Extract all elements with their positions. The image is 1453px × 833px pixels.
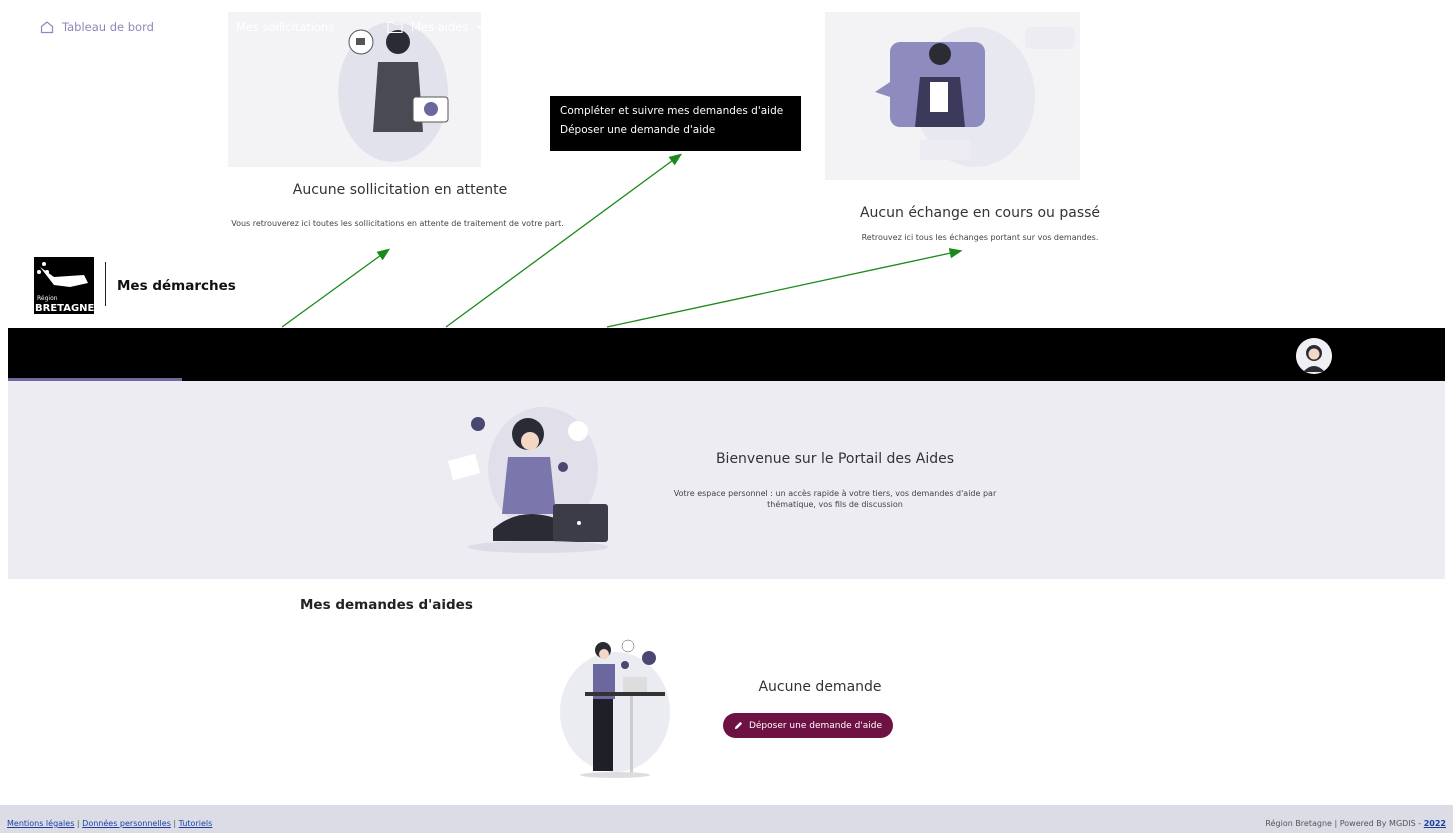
mes-aides-dropdown-menu: Compléter et suivre mes demandes d'aide … bbox=[550, 96, 801, 151]
nav-mes-aides[interactable]: Mes aides bbox=[387, 0, 485, 53]
welcome-banner bbox=[8, 381, 1445, 579]
logo-text-bretagne: BRETAGNE bbox=[35, 303, 94, 314]
echanges-illustration bbox=[825, 12, 1080, 180]
footer-credits-text: Région Bretagne | Powered By MGDIS - bbox=[1265, 819, 1424, 828]
arrow-to-mes-aides bbox=[445, 153, 683, 328]
welcome-title: Bienvenue sur le Portail des Aides bbox=[715, 451, 955, 467]
nav-label: Mes échanges bbox=[565, 19, 648, 34]
page-footer: Mentions légales | Données personnelles … bbox=[0, 805, 1453, 833]
nav-mes-sollicitations[interactable]: Mes sollicitations bbox=[214, 0, 334, 53]
app-title: Mes démarches bbox=[117, 278, 236, 294]
footer-credits: Région Bretagne | Powered By MGDIS - 202… bbox=[1265, 819, 1446, 828]
echanges-empty-title: Aucun échange en cours ou passé bbox=[859, 205, 1101, 221]
sollicitations-empty-description: Vous retrouverez ici toutes les sollicit… bbox=[231, 219, 564, 228]
menu-item-suivre-demandes[interactable]: Compléter et suivre mes demandes d'aide bbox=[560, 104, 791, 123]
arrow-to-sollicitations bbox=[281, 248, 391, 328]
nav-label: Mes aides bbox=[411, 19, 469, 34]
pen-icon bbox=[215, 20, 227, 33]
deposer-demande-button[interactable]: Déposer une demande d'aide bbox=[723, 713, 893, 738]
nav-label: Tableau de bord bbox=[62, 19, 154, 34]
folder-icon bbox=[387, 21, 403, 33]
chat-icon bbox=[542, 20, 555, 32]
sollicitations-empty-title: Aucune sollicitation en attente bbox=[292, 182, 508, 198]
main-navbar bbox=[8, 328, 1445, 381]
nav-tableau-de-bord[interactable]: Tableau de bord bbox=[40, 0, 154, 53]
welcome-description: Votre espace personnel : un accès rapide… bbox=[673, 489, 997, 509]
link-mentions-legales[interactable]: Mentions légales bbox=[7, 819, 74, 828]
no-demand-title: Aucune demande bbox=[758, 679, 882, 695]
deposer-demande-label: Déposer une demande d'aide bbox=[748, 720, 883, 731]
echanges-empty-description: Retrouvez ici tous les échanges portant … bbox=[861, 233, 1099, 242]
welcome-illustration bbox=[447, 407, 608, 553]
chevron-down-icon bbox=[1407, 24, 1415, 30]
logo-text-region: Région bbox=[37, 295, 58, 302]
nav-mes-echanges[interactable]: Mes échanges bbox=[541, 0, 647, 53]
footer-links: Mentions légales | Données personnelles … bbox=[7, 819, 213, 828]
user-menu-toggle[interactable] bbox=[1406, 0, 1416, 53]
menu-item-deposer-demande[interactable]: Déposer une demande d'aide bbox=[560, 123, 791, 142]
nav-label: Mes sollicitations bbox=[236, 19, 335, 34]
arrow-to-echanges bbox=[606, 248, 963, 328]
pencil-icon bbox=[734, 721, 743, 730]
link-donnees-personnelles[interactable]: Données personnelles bbox=[82, 819, 171, 828]
footer-year: 2022 bbox=[1423, 819, 1446, 828]
user-avatar[interactable] bbox=[1296, 338, 1332, 374]
chevron-down-icon bbox=[476, 24, 484, 29]
home-icon bbox=[40, 20, 54, 33]
section-mes-demandes-title: Mes demandes d'aides bbox=[300, 597, 473, 613]
region-bretagne-logo[interactable]: Région BRETAGNE bbox=[34, 257, 95, 314]
no-demand-illustration bbox=[560, 639, 670, 778]
header-divider bbox=[105, 262, 106, 306]
link-tutoriels[interactable]: Tutoriels bbox=[179, 819, 213, 828]
